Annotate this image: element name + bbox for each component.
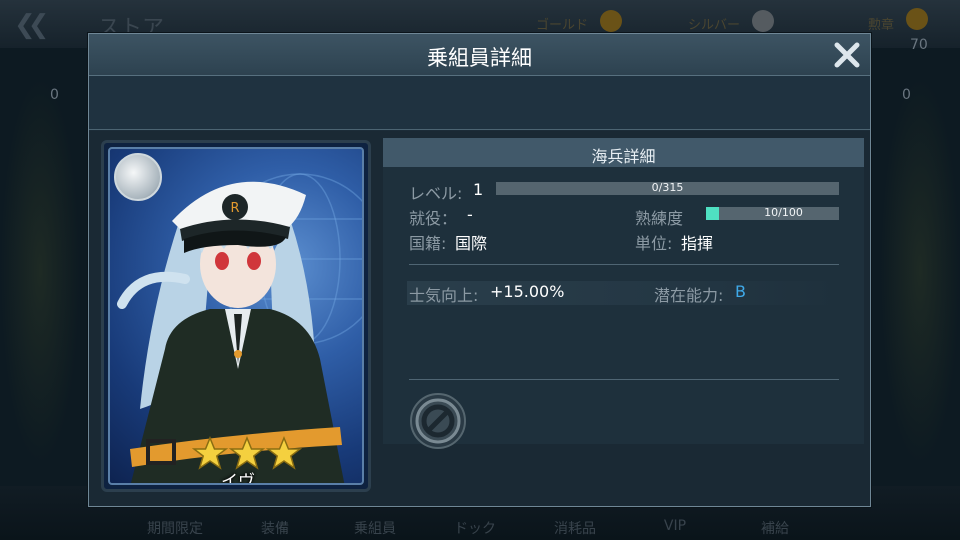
dialog-body: R イヴ 海兵詳細 レベル: 1 0/315 就役： - 熟練度 10/100 … bbox=[89, 131, 870, 506]
crew-portrait: R bbox=[117, 173, 362, 483]
medal-label: 勲章 bbox=[868, 18, 895, 33]
exp-bar: 0/315 bbox=[496, 181, 839, 195]
unit-label: 単位: bbox=[635, 234, 673, 253]
silver-coin-icon bbox=[752, 10, 774, 32]
star-icon bbox=[228, 436, 266, 470]
mastery-fill bbox=[706, 207, 720, 220]
back-button[interactable]: ❮❮ bbox=[14, 10, 49, 40]
service-label: 就役： bbox=[409, 209, 458, 228]
level-label: レベル: bbox=[409, 184, 463, 203]
star-icon bbox=[192, 436, 229, 470]
tab-dock[interactable]: ドック bbox=[430, 518, 520, 538]
left-side-art bbox=[0, 76, 80, 466]
left-count: 0 bbox=[50, 87, 59, 103]
mastery-text: 10/100 bbox=[764, 206, 803, 219]
tab-equipment[interactable]: 装備 bbox=[230, 518, 320, 538]
right-count: 0 bbox=[902, 87, 911, 103]
service-value: - bbox=[467, 205, 473, 224]
dialog-header: 乗組員詳細 bbox=[89, 34, 870, 76]
tab-crew[interactable]: 乗組員 bbox=[330, 518, 420, 538]
close-button[interactable] bbox=[832, 40, 862, 70]
star-icon bbox=[265, 436, 302, 470]
crew-name: イヴ bbox=[221, 472, 255, 485]
tab-supply[interactable]: 補給 bbox=[730, 518, 820, 538]
gold-label: ゴールド bbox=[536, 18, 589, 33]
crew-card-frame: R イヴ bbox=[108, 147, 364, 485]
divider-bottom bbox=[409, 379, 839, 380]
tab-vip[interactable]: VIP bbox=[630, 518, 720, 534]
details-title: 海兵詳細 bbox=[591, 147, 656, 166]
right-side-art bbox=[880, 76, 960, 466]
locked-skill-icon bbox=[410, 393, 466, 449]
mastery-bar: 10/100 bbox=[706, 206, 839, 220]
unit-value: 指揮 bbox=[681, 234, 714, 253]
tab-consumables[interactable]: 消耗品 bbox=[530, 518, 620, 538]
divider-top bbox=[409, 264, 839, 265]
potential-label: 潜在能力: bbox=[654, 286, 724, 305]
nationality-value: 国際 bbox=[455, 234, 488, 253]
silver-label: シルバー bbox=[688, 18, 741, 33]
medal-count: 70 bbox=[910, 37, 928, 53]
potential-value: B bbox=[735, 282, 746, 301]
details-header: 海兵詳細 bbox=[383, 138, 864, 167]
skill-slot-button[interactable] bbox=[410, 393, 466, 449]
dialog-title: 乗組員詳細 bbox=[427, 46, 532, 70]
crew-detail-dialog: 乗組員詳細 R イヴ 海兵詳細 レベル: 1 0/315 就役： - 熟練度 1… bbox=[88, 33, 871, 507]
tab-limited[interactable]: 期間限定 bbox=[130, 518, 220, 538]
morale-label: 士気向上: bbox=[409, 286, 479, 305]
dialog-subbar bbox=[89, 76, 870, 130]
level-value: 1 bbox=[473, 180, 484, 199]
gold-coin-icon bbox=[600, 10, 622, 32]
close-icon bbox=[834, 42, 860, 68]
mastery-label: 熟練度 bbox=[635, 209, 684, 228]
crew-card: R イヴ bbox=[101, 140, 371, 492]
morale-value: +15.00% bbox=[490, 282, 565, 301]
svg-text:R: R bbox=[230, 201, 239, 216]
medal-icon bbox=[906, 8, 928, 30]
nationality-label: 国籍: bbox=[409, 234, 447, 253]
exp-text: 0/315 bbox=[651, 181, 684, 194]
rank-badge-icon bbox=[114, 153, 162, 201]
